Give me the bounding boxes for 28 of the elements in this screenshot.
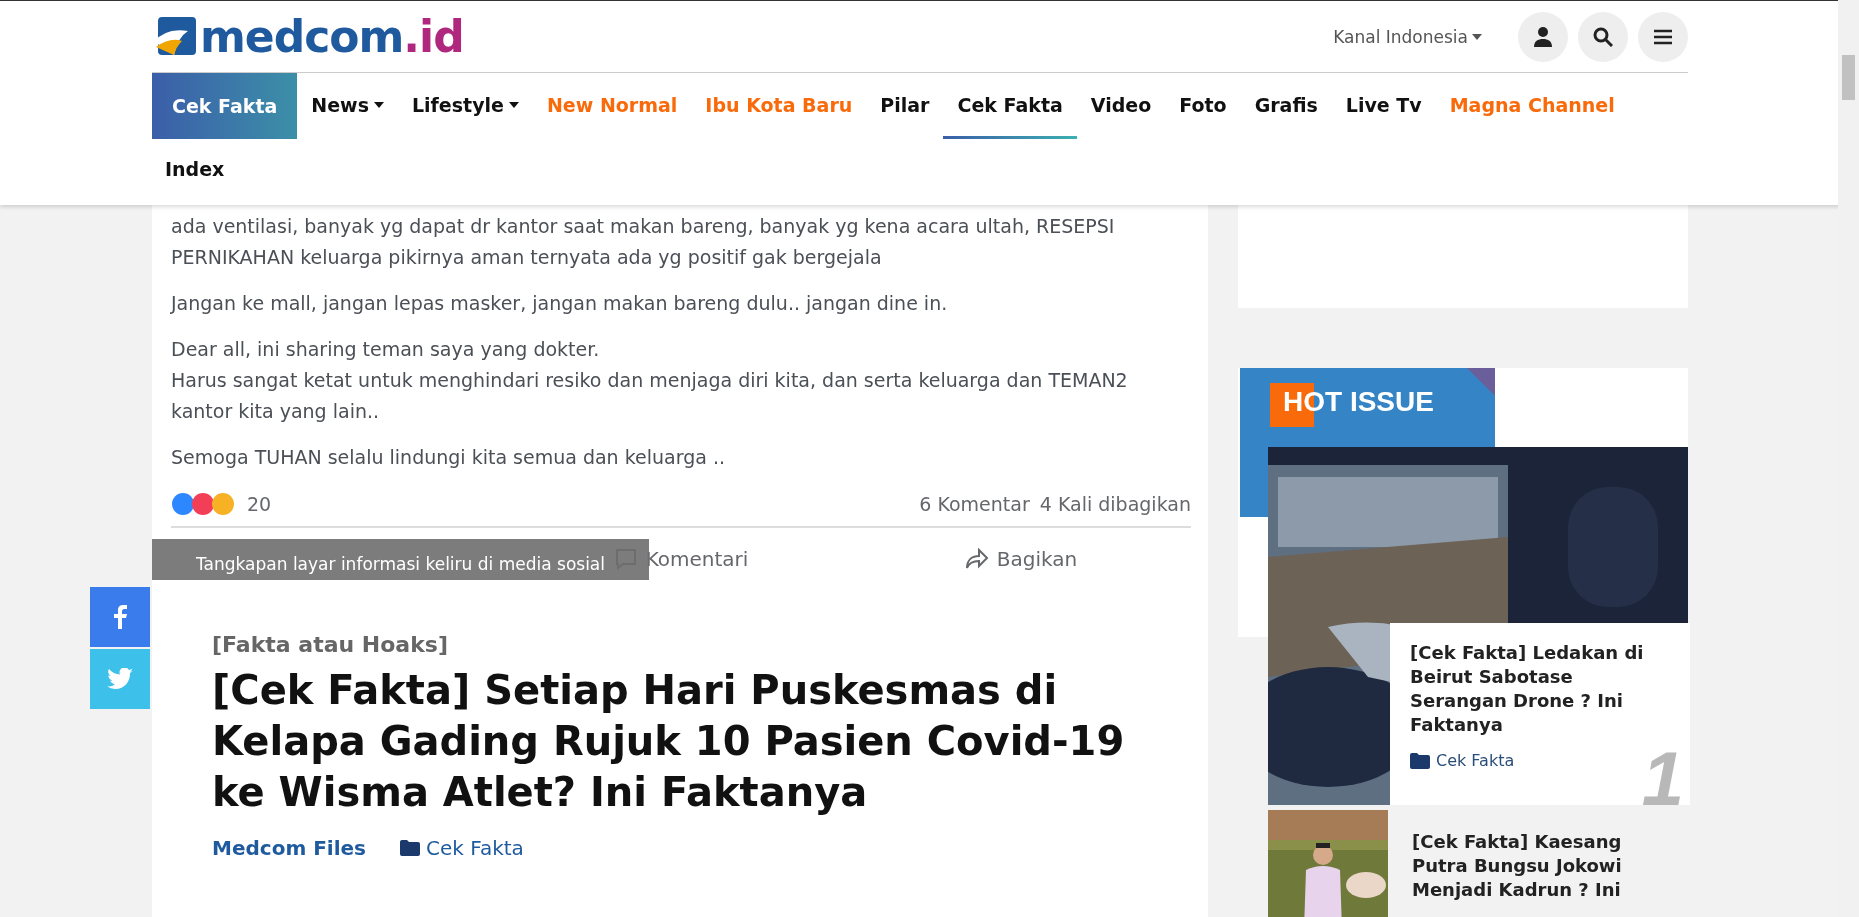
nav-tab[interactable]: Grafis [1240,73,1332,139]
nav-tab[interactable]: Foto [1165,73,1241,139]
nav-tab[interactable]: Cek Fakta [943,73,1077,139]
article-category: [Fakta atau Hoaks] [212,632,449,657]
post-text: Semoga TUHAN selalu lindungi kita semua dan keluarga .. [171,445,726,470]
nav-tab[interactable]: Live Tv [1331,73,1436,139]
nav-tab[interactable]: Video [1076,73,1166,139]
featured-nav-tab[interactable]: Cek Fakta [152,73,298,139]
nav-link[interactable]: Index [152,158,238,180]
author-link[interactable]: Medcom Files [212,836,367,860]
post-text: Dear all, ini sharing teman saya yang dokter. Harus sangat ketat untuk menghindari resiko dan menjaga diri kita, dan serta keluarga dan TEMAN2 kantor kita yang lain.. [171,337,1129,424]
site-logo[interactable]: medcom.id [152,11,464,62]
nav-tab[interactable]: News [297,73,398,139]
image-caption: Tangkapan layar informasi keliru di media sosial [152,539,649,580]
post-action: Bagikan [964,547,1078,571]
nav-tab[interactable]: Pilar [866,73,944,139]
channel-dropdown[interactable]: Kanal Indonesia [1327,25,1488,48]
headline-link[interactable]: [Cek Fakta] Kaesang Putra Bungsu Jokowi Menjadi Kadrun ? Ini [1412,830,1682,902]
section-link[interactable]: Cek Fakta [400,836,524,860]
reaction-count: 20 [247,493,272,515]
post-text: ada ventilasi, banyak yg dapat dr kantor saat makan bareng, banyak yg kena acara ultah, RESEPSI PERNIKAHAN keluarga pikirnya aman ternyata ada yg positif gak bergejala [171,214,1116,270]
rank-number: 1 [1641,741,1684,817]
post-text: Jangan ke mall, jangan lepas masker, jangan makan bareng dulu.. jangan dine in. [171,291,949,316]
article-title: [Cek Fakta] Setiap Hari Puskesmas di Kelapa Gading Rujuk 10 Pasien Covid-19 ke Wisma Atlet? Ini Faktanya [212,666,1126,817]
share-count: 4 Kali dibagikan [1039,493,1191,515]
headline-link[interactable]: [Cek Fakta] Ledakan di Beirut Sabotase Serangan Drone ? Ini Faktanya [1410,641,1670,737]
comment-count: 6 Komentar [919,493,1030,515]
nav-tab[interactable]: Lifestyle [397,73,533,139]
